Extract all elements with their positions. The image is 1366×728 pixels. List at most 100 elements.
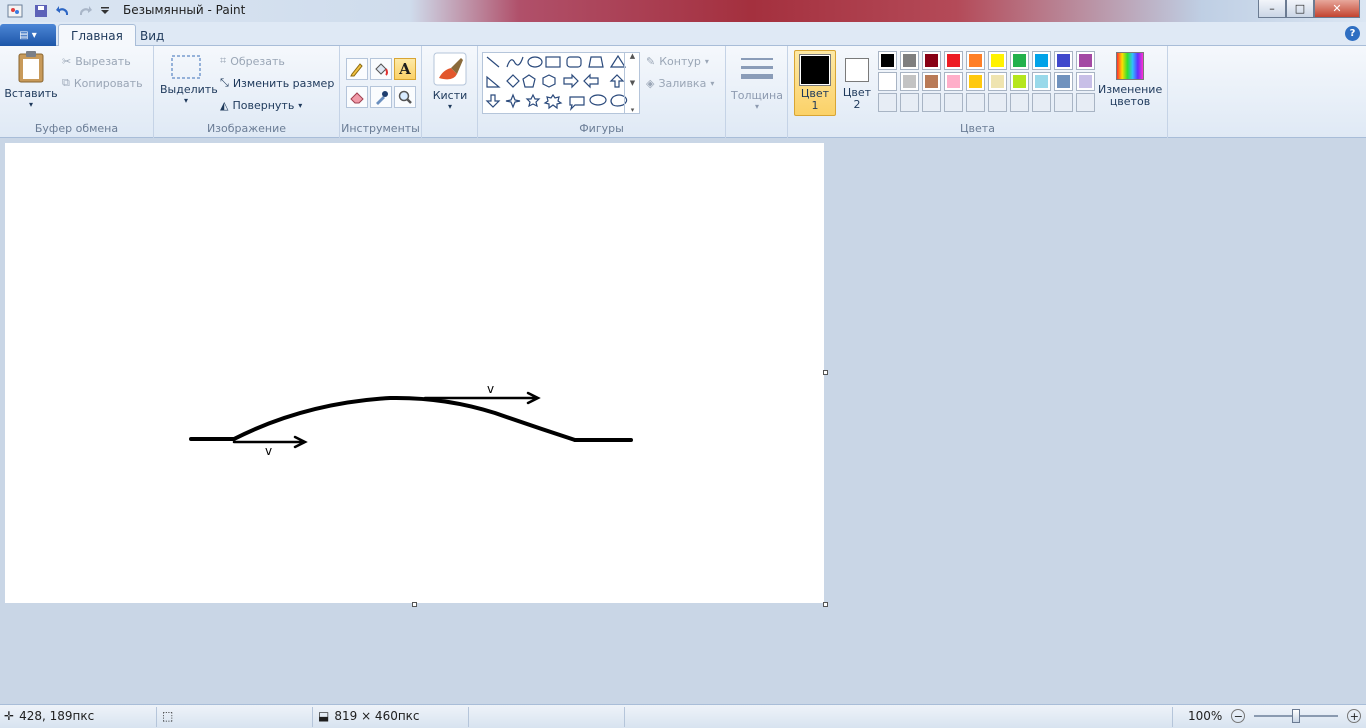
paste-label: Вставить — [4, 87, 58, 100]
shapes-scrollbar[interactable]: ▲ ▼ ▾ — [624, 52, 640, 114]
zoom-level: 100% — [1188, 709, 1223, 723]
palette-color-swatch[interactable] — [878, 51, 897, 70]
copy-label: Копировать — [73, 76, 143, 90]
custom-color-slot[interactable] — [1010, 93, 1029, 112]
scroll-up-icon[interactable]: ▲ — [630, 52, 635, 60]
palette-color-swatch[interactable] — [1032, 72, 1051, 91]
color-picker-icon[interactable] — [370, 86, 392, 108]
paint-menu-button[interactable]: ▤ ▾ — [0, 24, 56, 46]
window-controls: – □ ✕ — [1258, 0, 1360, 19]
copy-icon: ⧉ — [62, 76, 70, 89]
size-button[interactable]: Толщина ▾ — [730, 52, 784, 111]
custom-color-slot[interactable] — [1032, 93, 1051, 112]
custom-color-slot[interactable] — [900, 93, 919, 112]
custom-color-slot[interactable] — [922, 93, 941, 112]
maximize-button[interactable]: □ — [1286, 0, 1314, 18]
custom-color-slot[interactable] — [944, 93, 963, 112]
canvas-drawing: v v — [189, 382, 633, 458]
palette-color-swatch[interactable] — [1032, 51, 1051, 70]
custom-color-slot[interactable] — [988, 93, 1007, 112]
color2-swatch — [847, 60, 867, 80]
palette-color-swatch[interactable] — [1054, 72, 1073, 91]
palette-color-swatch[interactable] — [900, 51, 919, 70]
custom-color-slot[interactable] — [1076, 93, 1095, 112]
palette-color-swatch[interactable] — [1076, 51, 1095, 70]
menu-icon: ▤ ▾ — [19, 29, 37, 41]
paint-app-icon[interactable] — [6, 2, 24, 20]
expand-gallery-icon[interactable]: ▾ — [631, 106, 635, 114]
palette-color-swatch[interactable] — [944, 51, 963, 70]
scissors-icon: ✂ — [62, 54, 72, 68]
color1-button[interactable]: Цвет 1 — [794, 50, 836, 116]
palette-color-swatch[interactable] — [1010, 51, 1029, 70]
colors-group: Цвет 1 Цвет 2 Изменение цветов Цвета — [788, 46, 1168, 138]
tools-group-label: Инструменты — [341, 122, 420, 135]
palette-color-swatch[interactable] — [922, 51, 941, 70]
cut-button[interactable]: ✂ Вырезать — [62, 51, 131, 71]
palette-color-swatch[interactable] — [900, 72, 919, 91]
palette-color-swatch[interactable] — [1076, 72, 1095, 91]
resize-button[interactable]: ⤡ Изменить размер — [220, 73, 334, 93]
copy-button[interactable]: ⧉ Копировать — [62, 73, 143, 93]
scroll-down-icon[interactable]: ▼ — [630, 79, 635, 87]
text-tool-icon[interactable]: A — [394, 58, 416, 80]
color2-button[interactable]: Цвет 2 — [840, 50, 874, 116]
paste-button[interactable]: Вставить ▾ — [4, 50, 58, 109]
selection-icon: ⬚ — [162, 709, 174, 723]
status-divider — [1172, 707, 1173, 727]
zoom-in-icon[interactable]: + — [1347, 709, 1362, 723]
resize-label: Изменить размер — [232, 76, 335, 90]
palette-color-swatch[interactable] — [944, 72, 963, 91]
custom-color-slot[interactable] — [966, 93, 985, 112]
eraser-icon[interactable] — [346, 86, 368, 108]
chevron-down-icon: ▾ — [447, 102, 452, 111]
size-group: Толщина ▾ — [726, 46, 788, 138]
outline-button[interactable]: ✎ Контур ▾ — [646, 51, 709, 71]
palette-color-swatch[interactable] — [1010, 72, 1029, 91]
chevron-down-icon: ▾ — [183, 96, 188, 105]
rotate-button[interactable]: ◭ Повернуть ▾ — [220, 95, 302, 115]
palette-color-swatch[interactable] — [966, 72, 985, 91]
resize-handle-corner[interactable] — [823, 602, 828, 607]
brush-icon — [433, 52, 467, 86]
crop-button[interactable]: ⌗ Обрезать — [220, 51, 285, 71]
palette-color-swatch[interactable] — [988, 72, 1007, 91]
tab-view[interactable]: Вид — [128, 24, 176, 47]
zoom-out-icon[interactable]: − — [1231, 709, 1246, 723]
edit-colors-label: Изменение цветов — [1098, 83, 1163, 108]
close-button[interactable]: ✕ — [1314, 0, 1360, 18]
resize-handle-right[interactable] — [823, 370, 828, 375]
brushes-button[interactable]: Кисти ▾ — [428, 52, 472, 111]
selection-rectangle-icon — [171, 55, 201, 79]
fill-button[interactable]: ◈ Заливка ▾ — [646, 73, 714, 93]
resize-handle-bottom[interactable] — [412, 602, 417, 607]
customize-toolbar-icon[interactable] — [96, 2, 114, 20]
palette-color-swatch[interactable] — [988, 51, 1007, 70]
fill-bucket-icon[interactable] — [370, 58, 392, 80]
magnifier-icon[interactable] — [394, 86, 416, 108]
clipboard-group-label: Буфер обмена — [34, 122, 119, 135]
pencil-icon[interactable] — [346, 58, 368, 80]
palette-color-swatch[interactable] — [966, 51, 985, 70]
help-icon[interactable]: ? — [1345, 26, 1360, 41]
undo-icon[interactable] — [54, 2, 72, 20]
drawing-canvas[interactable]: v v — [5, 143, 824, 603]
zoom-slider-thumb[interactable] — [1292, 709, 1301, 723]
size-label: Толщина — [731, 89, 783, 102]
velocity-label-top: v — [487, 382, 494, 396]
brushes-label: Кисти — [432, 89, 468, 102]
palette-color-swatch[interactable] — [878, 72, 897, 91]
minimize-button[interactable]: – — [1258, 0, 1286, 18]
ribbon: Вставить ▾ ✂ Вырезать ⧉ Копировать Буфер… — [0, 46, 1366, 138]
palette-color-swatch[interactable] — [922, 72, 941, 91]
redo-icon[interactable] — [76, 2, 94, 20]
zoom-slider[interactable] — [1254, 709, 1339, 723]
edit-colors-button[interactable]: Изменение цветов — [1098, 52, 1162, 108]
shapes-gallery — [482, 52, 640, 114]
palette-color-swatch[interactable] — [1054, 51, 1073, 70]
custom-color-slot[interactable] — [1054, 93, 1073, 112]
select-button[interactable]: Выделить ▾ — [160, 54, 218, 105]
custom-color-slot[interactable] — [878, 93, 897, 112]
tab-home[interactable]: Главная — [58, 24, 136, 47]
save-icon[interactable] — [32, 2, 50, 20]
